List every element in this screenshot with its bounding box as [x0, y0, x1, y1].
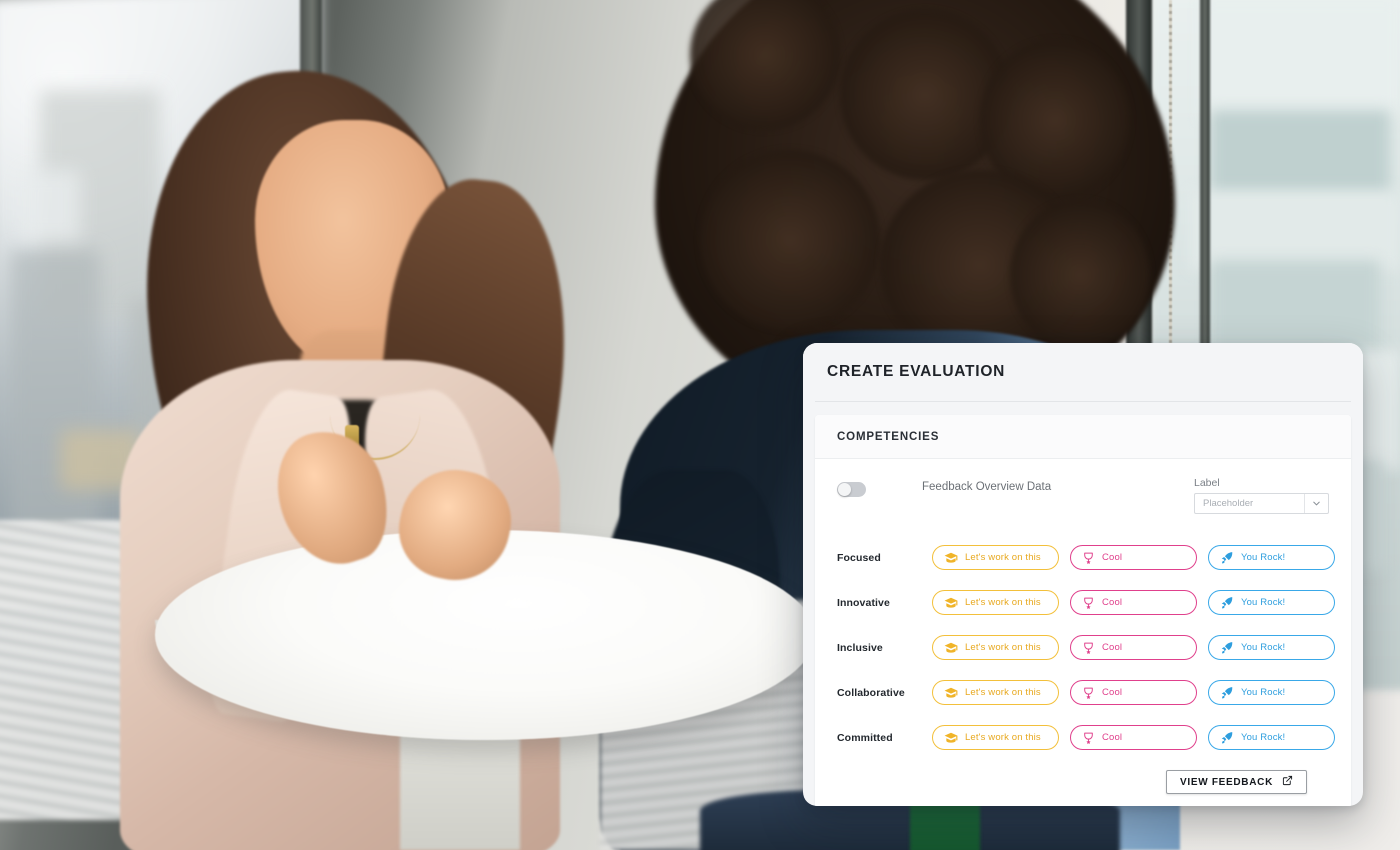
- rating-button-needs-work[interactable]: Let's work on this: [932, 590, 1059, 615]
- rocket-icon: [1220, 641, 1234, 655]
- rocket-icon: [1220, 596, 1234, 610]
- medal-icon: [1082, 596, 1095, 610]
- competency-name: Committed: [837, 731, 893, 744]
- rating-button-cool[interactable]: Cool: [1070, 590, 1197, 615]
- rating-button-you-rock[interactable]: You Rock!: [1208, 590, 1335, 615]
- exterior-building-blob: [1210, 110, 1390, 200]
- medal-icon: [1082, 731, 1095, 745]
- rating-label: You Rock!: [1241, 642, 1286, 653]
- rating-label: You Rock!: [1241, 732, 1286, 743]
- graduation-cap-icon: [944, 731, 958, 745]
- city-building-blob: [10, 250, 100, 550]
- screenshot-root: CREATE EVALUATION COMPETENCIES Feedback …: [0, 0, 1400, 850]
- competency-name: Collaborative: [837, 686, 905, 699]
- rating-label: Cool: [1102, 732, 1123, 743]
- medal-icon: [1082, 551, 1095, 565]
- rating-label: Let's work on this: [965, 552, 1041, 563]
- feedback-overview-toggle[interactable]: [837, 482, 866, 497]
- hair-curl: [1010, 200, 1150, 350]
- competency-name: Focused: [837, 551, 881, 564]
- green-chair-post: [910, 800, 980, 850]
- rating-button-cool[interactable]: Cool: [1070, 725, 1197, 750]
- rating-label: Cool: [1102, 597, 1123, 608]
- label-select-caption: Label: [1194, 477, 1220, 489]
- rating-label: You Rock!: [1241, 687, 1286, 698]
- rocket-icon: [1220, 551, 1234, 565]
- rocket-icon: [1220, 731, 1234, 745]
- card-header: CREATE EVALUATION: [803, 343, 1363, 401]
- header-divider: [815, 401, 1351, 402]
- label-select-group: Label Placeholder: [1194, 477, 1329, 514]
- external-link-icon: [1282, 773, 1293, 791]
- rating-button-you-rock[interactable]: You Rock!: [1208, 680, 1335, 705]
- graduation-cap-icon: [944, 551, 958, 565]
- competencies-panel-body: Feedback Overview Data Label Placeholder: [815, 459, 1351, 806]
- rating-label: Cool: [1102, 552, 1123, 563]
- chevron-down-icon[interactable]: [1304, 494, 1328, 513]
- view-feedback-button[interactable]: VIEW FEEDBACK: [1166, 770, 1307, 794]
- competencies-panel: COMPETENCIES Feedback Overview Data Labe…: [815, 415, 1351, 806]
- graduation-cap-icon: [944, 641, 958, 655]
- toggle-knob: [838, 483, 851, 496]
- rating-button-needs-work[interactable]: Let's work on this: [932, 680, 1059, 705]
- rating-label: Let's work on this: [965, 642, 1041, 653]
- exterior-building-blob: [1200, 0, 1400, 120]
- panel-footer: VIEW FEEDBACK: [837, 760, 1329, 798]
- rating-button-you-rock[interactable]: You Rock!: [1208, 545, 1335, 570]
- competency-rows: Focused Let's work on this Cool You Rock…: [837, 535, 1335, 760]
- rating-button-you-rock[interactable]: You Rock!: [1208, 635, 1335, 660]
- rating-button-needs-work[interactable]: Let's work on this: [932, 635, 1059, 660]
- label-select[interactable]: Placeholder: [1194, 493, 1329, 514]
- table-row: Committed Let's work on this Cool You Ro…: [837, 715, 1335, 760]
- rating-label: Let's work on this: [965, 732, 1041, 743]
- rating-label: Let's work on this: [965, 597, 1041, 608]
- rating-button-cool[interactable]: Cool: [1070, 545, 1197, 570]
- competencies-title: COMPETENCIES: [837, 430, 940, 443]
- hair-curl: [700, 150, 880, 330]
- rating-label: Cool: [1102, 642, 1123, 653]
- rocket-icon: [1220, 686, 1234, 700]
- graduation-cap-icon: [944, 686, 958, 700]
- table-row: Collaborative Let's work on this Cool Yo…: [837, 670, 1335, 715]
- medal-icon: [1082, 686, 1095, 700]
- view-feedback-label: VIEW FEEDBACK: [1180, 776, 1273, 788]
- rating-label: Cool: [1102, 687, 1123, 698]
- rating-label: You Rock!: [1241, 597, 1286, 608]
- create-evaluation-card: CREATE EVALUATION COMPETENCIES Feedback …: [803, 343, 1363, 806]
- rating-button-needs-work[interactable]: Let's work on this: [932, 545, 1059, 570]
- rating-button-cool[interactable]: Cool: [1070, 680, 1197, 705]
- table-row: Focused Let's work on this Cool You Rock…: [837, 535, 1335, 580]
- competency-name: Innovative: [837, 596, 890, 609]
- options-row: Feedback Overview Data Label Placeholder: [837, 477, 1329, 533]
- feedback-overview-label: Feedback Overview Data: [922, 481, 1052, 493]
- rating-button-cool[interactable]: Cool: [1070, 635, 1197, 660]
- competency-name: Inclusive: [837, 641, 883, 654]
- rating-label: You Rock!: [1241, 552, 1286, 563]
- competencies-panel-header: COMPETENCIES: [815, 415, 1351, 459]
- exterior-building-blob: [1190, 190, 1400, 270]
- graduation-cap-icon: [944, 596, 958, 610]
- table-row: Inclusive Let's work on this Cool You Ro…: [837, 625, 1335, 670]
- label-select-value: Placeholder: [1203, 498, 1254, 509]
- page-title: CREATE EVALUATION: [827, 363, 1006, 380]
- table-row: Innovative Let's work on this Cool You R…: [837, 580, 1335, 625]
- city-sky-blob: [20, 170, 80, 240]
- rating-button-you-rock[interactable]: You Rock!: [1208, 725, 1335, 750]
- rating-label: Let's work on this: [965, 687, 1041, 698]
- medal-icon: [1082, 641, 1095, 655]
- rating-button-needs-work[interactable]: Let's work on this: [932, 725, 1059, 750]
